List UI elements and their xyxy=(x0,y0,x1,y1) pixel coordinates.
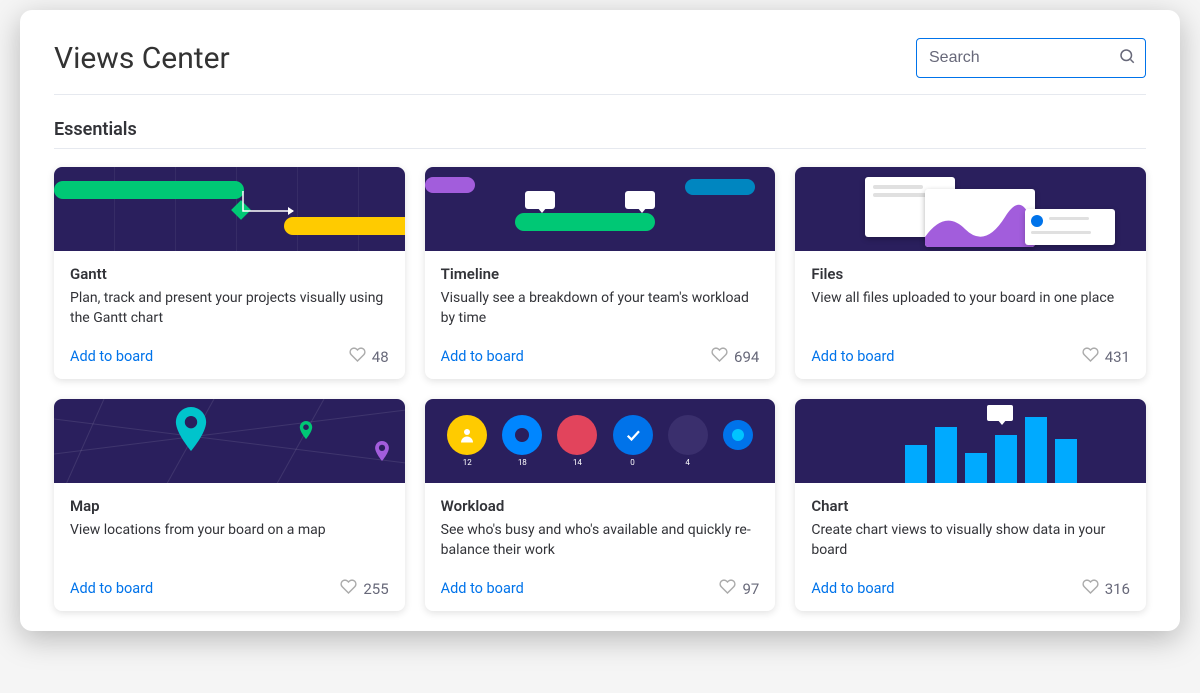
banner-chart xyxy=(795,399,1146,483)
heart-icon xyxy=(1082,578,1099,599)
banner-timeline xyxy=(425,167,776,251)
likes-count: 694 xyxy=(734,348,759,366)
card-timeline[interactable]: Timeline Visually see a breakdown of you… xyxy=(425,167,776,379)
card-title: Files xyxy=(811,265,1130,283)
map-pin-icon xyxy=(174,407,208,451)
card-chart[interactable]: Chart Create chart views to visually sho… xyxy=(795,399,1146,611)
section-divider xyxy=(54,148,1146,149)
likes[interactable]: 97 xyxy=(719,578,759,599)
likes-count: 316 xyxy=(1105,580,1130,598)
workload-count: 4 xyxy=(668,458,708,467)
card-title: Map xyxy=(70,497,389,515)
card-desc: View locations from your board on a map xyxy=(70,521,389,560)
likes[interactable]: 316 xyxy=(1082,578,1130,599)
workload-count: 12 xyxy=(447,458,487,467)
card-workload[interactable]: 12 18 14 0 xyxy=(425,399,776,611)
add-to-board-link[interactable]: Add to board xyxy=(70,580,153,597)
card-gantt[interactable]: Gantt Plan, track and present your proje… xyxy=(54,167,405,379)
card-files[interactable]: Files View all files uploaded to your bo… xyxy=(795,167,1146,379)
heart-icon xyxy=(1082,346,1099,367)
search-wrap xyxy=(916,38,1146,78)
heart-icon xyxy=(719,578,736,599)
card-body: Files View all files uploaded to your bo… xyxy=(795,251,1146,379)
likes-count: 255 xyxy=(363,580,388,598)
card-footer: Add to board 431 xyxy=(811,346,1130,367)
banner-files xyxy=(795,167,1146,251)
workload-count: 14 xyxy=(557,458,597,467)
card-footer: Add to board 694 xyxy=(441,346,760,367)
workload-count: 18 xyxy=(502,458,542,467)
likes-count: 97 xyxy=(742,580,759,598)
heart-icon xyxy=(349,346,366,367)
add-to-board-link[interactable]: Add to board xyxy=(811,348,894,365)
cards-grid: Gantt Plan, track and present your proje… xyxy=(54,167,1146,611)
likes[interactable]: 255 xyxy=(340,578,388,599)
add-to-board-link[interactable]: Add to board xyxy=(441,580,524,597)
banner-workload: 12 18 14 0 xyxy=(425,399,776,483)
card-body: Timeline Visually see a breakdown of you… xyxy=(425,251,776,379)
likes-count: 48 xyxy=(372,348,389,366)
card-footer: Add to board 255 xyxy=(70,578,389,599)
card-title: Timeline xyxy=(441,265,760,283)
header: Views Center xyxy=(54,38,1146,94)
card-desc: View all files uploaded to your board in… xyxy=(811,289,1130,328)
card-desc: Visually see a breakdown of your team's … xyxy=(441,289,760,328)
map-pin-icon xyxy=(374,441,390,461)
section-title: Essentials xyxy=(54,119,1146,140)
views-center-panel: Views Center Essentials xyxy=(20,10,1180,631)
banner-gantt xyxy=(54,167,405,251)
page-title: Views Center xyxy=(54,41,230,76)
add-to-board-link[interactable]: Add to board xyxy=(811,580,894,597)
card-body: Workload See who's busy and who's availa… xyxy=(425,483,776,611)
likes[interactable]: 48 xyxy=(349,346,389,367)
heart-icon xyxy=(340,578,357,599)
likes[interactable]: 694 xyxy=(711,346,759,367)
card-desc: Plan, track and present your projects vi… xyxy=(70,289,389,328)
likes[interactable]: 431 xyxy=(1082,346,1130,367)
card-footer: Add to board 48 xyxy=(70,346,389,367)
card-body: Map View locations from your board on a … xyxy=(54,483,405,611)
search-input[interactable] xyxy=(916,38,1146,78)
header-divider xyxy=(54,94,1146,95)
card-title: Chart xyxy=(811,497,1130,515)
likes-count: 431 xyxy=(1105,348,1130,366)
card-body: Gantt Plan, track and present your proje… xyxy=(54,251,405,379)
card-footer: Add to board 316 xyxy=(811,578,1130,599)
add-to-board-link[interactable]: Add to board xyxy=(441,348,524,365)
heart-icon xyxy=(711,346,728,367)
add-to-board-link[interactable]: Add to board xyxy=(70,348,153,365)
card-map[interactable]: Map View locations from your board on a … xyxy=(54,399,405,611)
card-desc: Create chart views to visually show data… xyxy=(811,521,1130,560)
card-body: Chart Create chart views to visually sho… xyxy=(795,483,1146,611)
card-title: Gantt xyxy=(70,265,389,283)
workload-count: 0 xyxy=(613,458,653,467)
card-desc: See who's busy and who's available and q… xyxy=(441,521,760,560)
card-footer: Add to board 97 xyxy=(441,578,760,599)
banner-map xyxy=(54,399,405,483)
map-pin-icon xyxy=(299,421,313,439)
card-title: Workload xyxy=(441,497,760,515)
